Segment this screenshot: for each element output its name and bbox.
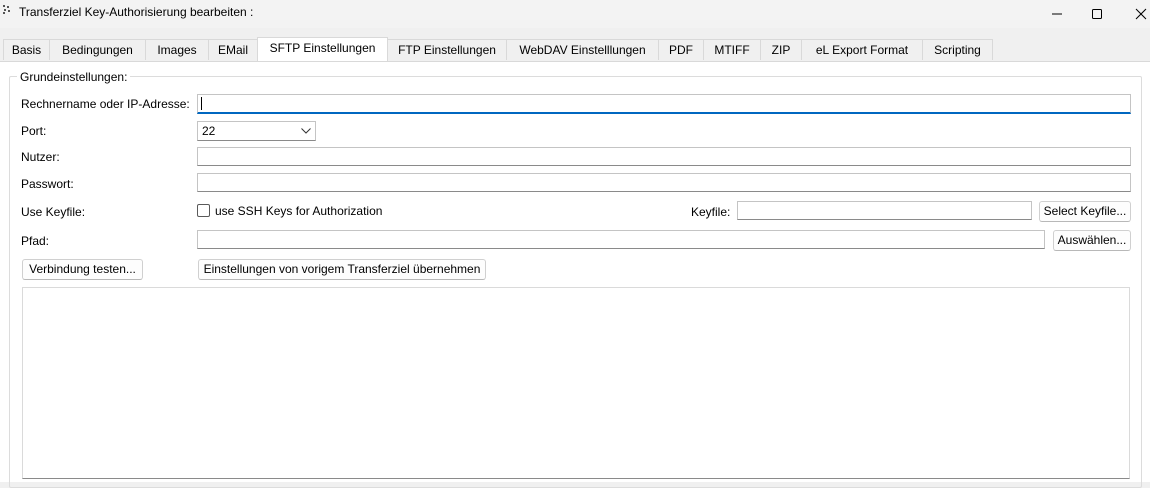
password-input[interactable] (197, 173, 1131, 192)
tab-pdf[interactable]: PDF (658, 39, 704, 60)
tab-el-export-format[interactable]: eL Export Format (801, 39, 923, 60)
tab-basis[interactable]: Basis (3, 39, 50, 60)
tab-strip: Basis Bedingungen Images EMail SFTP Eins… (0, 37, 1150, 61)
keyfile-input[interactable] (737, 201, 1032, 220)
test-connection-button[interactable]: Verbindung testen... (22, 259, 143, 280)
use-keyfile-label: Use Keyfile: (21, 205, 86, 219)
minimize-icon (1052, 13, 1062, 15)
tab-scripting[interactable]: Scripting (922, 39, 993, 60)
tab-zip[interactable]: ZIP (760, 39, 802, 60)
keyfile-label: Keyfile: (691, 205, 731, 219)
path-input[interactable] (197, 230, 1045, 249)
tab-email[interactable]: EMail (208, 39, 258, 60)
path-label: Pfad: (21, 234, 50, 248)
group-label: Grundeinstellungen: (17, 70, 131, 84)
password-label: Passwort: (21, 177, 74, 191)
user-label: Nutzer: (21, 150, 60, 164)
maximize-icon (1092, 9, 1102, 19)
tab-images[interactable]: Images (145, 39, 209, 60)
log-output[interactable] (22, 287, 1130, 479)
maximize-button[interactable] (1074, 0, 1120, 28)
browse-button[interactable]: Auswählen... (1053, 230, 1131, 251)
select-keyfile-button[interactable]: Select Keyfile... (1039, 201, 1131, 222)
tab-sftp-einstellungen[interactable]: SFTP Einstellungen (257, 37, 388, 61)
user-input[interactable] (197, 147, 1131, 166)
title-bar: Transferziel Key-Authorisierung bearbeit… (0, 0, 1150, 28)
close-icon (1135, 8, 1147, 20)
port-label: Port: (21, 124, 47, 138)
host-input[interactable] (197, 94, 1131, 114)
ssh-keys-checkbox[interactable] (197, 204, 210, 217)
tab-bedingungen[interactable]: Bedingungen (49, 39, 146, 60)
host-label: Rechnername oder IP-Adresse: (21, 97, 190, 111)
tab-webdav-einstellungen[interactable]: WebDAV Einstelllungen (506, 39, 659, 60)
app-icon (3, 5, 12, 14)
ssh-keys-checkbox-label[interactable]: use SSH Keys for Authorization (215, 204, 382, 218)
window-title: Transferziel Key-Authorisierung bearbeit… (19, 5, 254, 19)
chevron-down-icon (301, 128, 311, 134)
close-button[interactable] (1118, 0, 1150, 28)
copy-settings-button[interactable]: Einstellungen von vorigem Transferziel ü… (198, 259, 486, 280)
text-caret (201, 97, 202, 110)
port-select[interactable]: 22 (197, 121, 316, 141)
port-value: 22 (202, 124, 216, 138)
tab-ftp-einstellungen[interactable]: FTP Einstellungen (387, 39, 507, 60)
tab-mtiff[interactable]: MTIFF (703, 39, 761, 60)
